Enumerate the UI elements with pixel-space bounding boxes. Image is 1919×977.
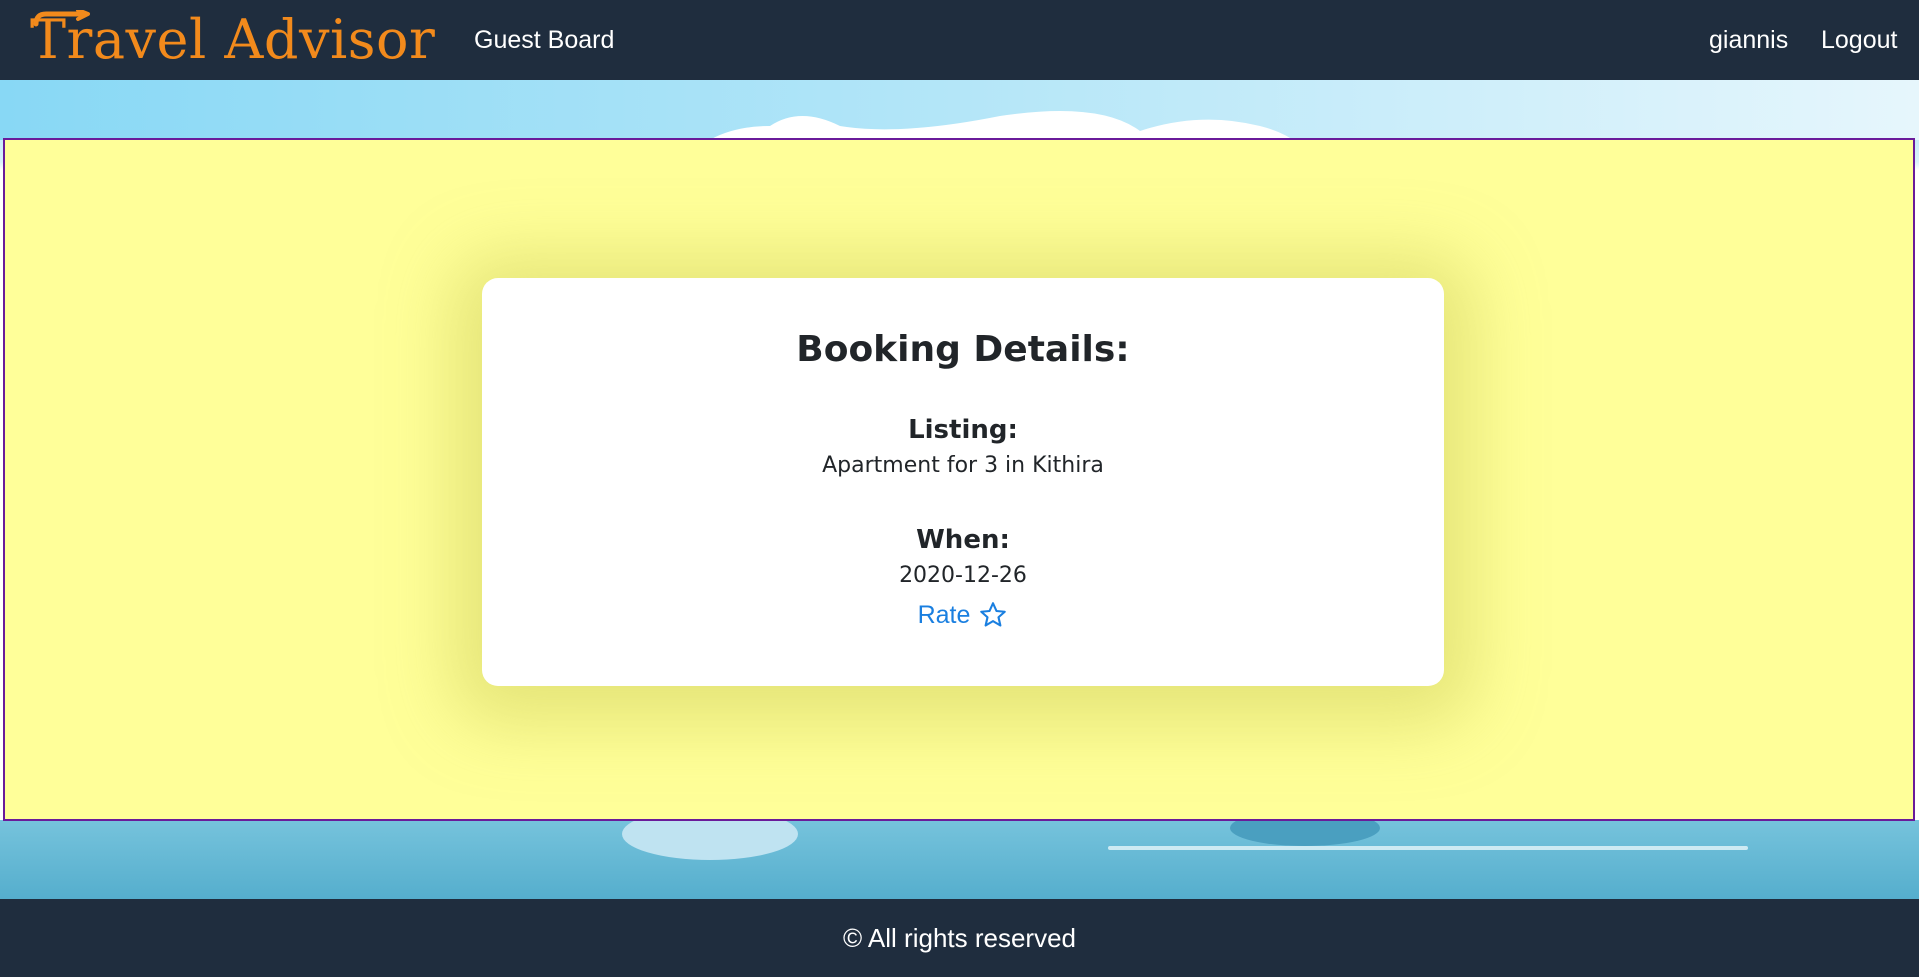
plane-arrow-icon [33, 10, 90, 27]
when-value: 2020-12-26 [899, 563, 1027, 588]
nav-guest-board-link[interactable]: Guest Board [474, 25, 614, 55]
brand-logo-link[interactable]: Travel Advisor [30, 6, 435, 74]
rate-link[interactable]: Rate [918, 600, 971, 630]
star-outline-icon[interactable] [978, 600, 1008, 630]
sea-background [0, 820, 1919, 899]
main-panel: Booking Details: Listing: Apartment for … [3, 138, 1915, 821]
footer-copyright: © All rights reserved [842, 922, 1077, 953]
nav-logout-link[interactable]: Logout [1821, 25, 1897, 55]
wave-line [1108, 846, 1748, 850]
nav-username-link[interactable]: giannis [1709, 25, 1788, 55]
navbar: Travel Advisor Guest Board giannis Logou… [0, 0, 1919, 80]
listing-value: Apartment for 3 in Kithira [822, 453, 1104, 478]
booking-title: Booking Details: [796, 329, 1130, 370]
when-label: When: [916, 525, 1010, 555]
footer: © All rights reserved [0, 899, 1919, 977]
listing-label: Listing: [908, 415, 1018, 445]
rate-action: Rate [482, 600, 1444, 630]
booking-details-card: Booking Details: Listing: Apartment for … [482, 278, 1444, 686]
